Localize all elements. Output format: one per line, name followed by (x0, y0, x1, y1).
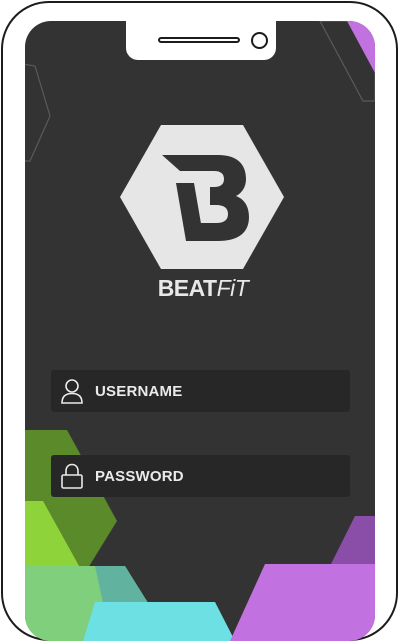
user-icon (59, 377, 85, 405)
beatfit-logo-icon (120, 125, 284, 269)
password-field[interactable]: PASSWORD (51, 455, 350, 497)
lock-icon (59, 462, 85, 490)
brand-name-bold: BEAT (157, 275, 217, 301)
password-label: PASSWORD (95, 467, 184, 485)
brand-name-light: FiT (216, 275, 249, 301)
front-camera (251, 32, 268, 49)
username-label: USERNAME (95, 382, 183, 400)
app-screen: BEATFiT USERNAME PASSWORD (25, 21, 375, 641)
speaker-grille (158, 37, 240, 43)
username-field[interactable]: USERNAME (51, 370, 350, 412)
background-decoration (25, 21, 375, 641)
brand-name: BEATFiT (153, 275, 253, 302)
